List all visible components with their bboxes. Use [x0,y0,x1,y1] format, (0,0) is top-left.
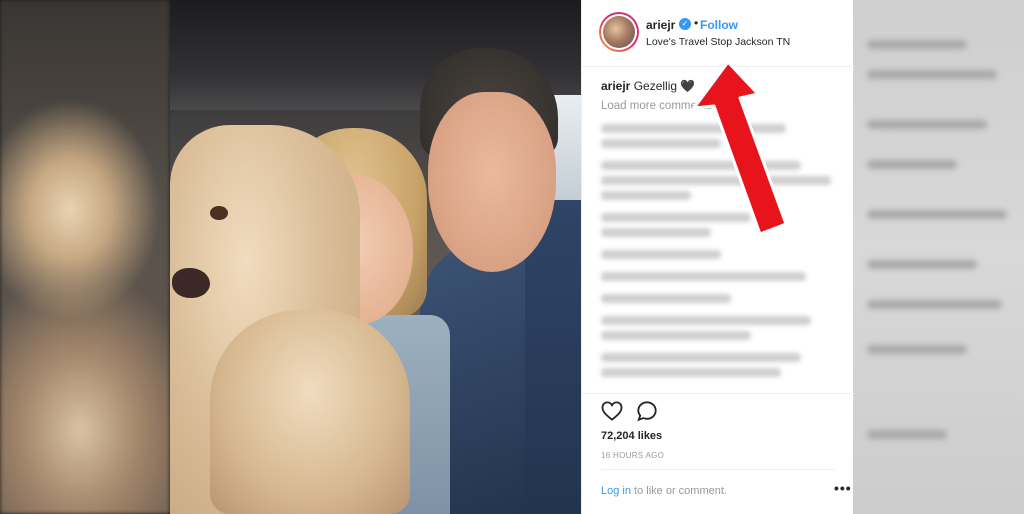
actions-divider [582,393,854,394]
likes-count[interactable]: 72,204 likes [601,430,662,442]
blurred-comment [601,316,811,325]
caption-text: Gezellig 🖤 [633,79,696,93]
post-photo[interactable] [170,0,581,514]
blurred-text-line [867,120,987,129]
blurred-comment [601,368,781,377]
blurred-backdrop-right [853,0,1024,514]
blurred-comment [601,294,731,303]
man-face [428,92,556,272]
blurred-text-line [867,160,957,169]
location-link[interactable]: Love's Travel Stop Jackson TN [646,36,790,48]
verified-badge-icon: ✓ [679,18,691,30]
blurred-text-line [867,260,977,269]
post-timestamp[interactable]: 16 HOURS AGO [601,451,664,460]
blurred-text-line [867,40,967,49]
login-link[interactable]: Log in [601,485,631,497]
separator-dot: • [694,16,699,30]
heart-icon[interactable] [601,401,623,421]
more-options-icon[interactable]: ••• [834,480,852,496]
blurred-comment [601,191,691,200]
caption-username[interactable]: ariejr [601,79,630,93]
login-prompt-text: to like or comment. [630,485,727,497]
blurred-comment [601,272,806,281]
dog-eye [210,206,228,220]
dog-paw [210,310,410,514]
blurred-comment [601,353,801,362]
login-prompt: Log in to like or comment. [601,485,727,497]
blurred-text-line [867,300,1002,309]
avatar-ring [601,14,637,50]
blurred-text-line [867,210,1007,219]
red-arrow-icon [692,60,788,236]
comment-bubble-icon[interactable] [636,400,658,422]
blurred-text-line [867,430,947,439]
blurred-comment [601,331,751,340]
blurred-text-line [867,345,967,354]
dog-nose [172,268,210,298]
avatar-image [603,16,635,48]
avatar[interactable] [599,12,639,52]
blurred-text-line [867,70,997,79]
post-header: ariejr ✓ • Follow Love's Travel Stop Jac… [582,0,854,67]
caption: ariejr Gezellig 🖤 [601,79,695,93]
username-link[interactable]: ariejr [646,18,675,32]
blurred-backdrop-left [0,0,170,514]
blurred-comment [601,250,721,259]
follow-button[interactable]: Follow [700,18,738,32]
footer-divider [601,469,835,470]
